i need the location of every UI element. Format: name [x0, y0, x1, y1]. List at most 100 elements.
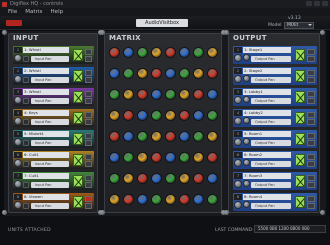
crosspoint-knob[interactable]: [193, 68, 204, 79]
solo-button[interactable]: [307, 91, 315, 97]
solo-button[interactable]: [85, 70, 92, 76]
crosspoint-knob[interactable]: [151, 110, 162, 121]
route-x-icon[interactable]: [295, 49, 305, 61]
crosspoint-knob[interactable]: [179, 47, 190, 58]
gain-knob[interactable]: [14, 159, 22, 167]
edit-button[interactable]: [307, 119, 315, 125]
crosspoint-knob[interactable]: [109, 194, 120, 205]
edit-button[interactable]: [85, 203, 92, 209]
crosspoint-knob[interactable]: [179, 89, 190, 100]
mute-button[interactable]: [23, 161, 29, 167]
minimize-button[interactable]: [306, 1, 312, 6]
crosspoint-knob[interactable]: [123, 131, 134, 142]
crosspoint-knob[interactable]: [109, 131, 120, 142]
input-pan-slider[interactable]: Input Pan: [31, 119, 69, 125]
crosspoint-knob[interactable]: [151, 173, 162, 184]
route-x-icon[interactable]: [295, 70, 305, 82]
solo-button[interactable]: [85, 49, 92, 55]
crosspoint-knob[interactable]: [109, 152, 120, 163]
crosspoint-knob[interactable]: [109, 110, 120, 121]
gain-knob[interactable]: [14, 201, 22, 209]
menu-matrix[interactable]: Matrix: [25, 9, 42, 15]
output-pan-slider[interactable]: Output Pan: [251, 140, 291, 146]
crosspoint-knob[interactable]: [179, 194, 190, 205]
input-pan-slider[interactable]: Input Pan: [31, 98, 69, 104]
crosspoint-knob[interactable]: [179, 68, 190, 79]
solo-button[interactable]: [307, 49, 315, 55]
close-button[interactable]: [322, 1, 328, 6]
output-pan-slider[interactable]: Output Pan: [251, 56, 291, 62]
mute-button[interactable]: [23, 119, 29, 125]
crosspoint-knob[interactable]: [179, 131, 190, 142]
device-name-field[interactable]: AudioVisitbox: [136, 19, 188, 27]
crosspoint-knob[interactable]: [137, 47, 148, 58]
crosspoint-knob[interactable]: [207, 131, 218, 142]
input-name-field[interactable]: 1: Whistl: [23, 47, 69, 53]
output-name-field[interactable]: 2: Stage2: [243, 68, 291, 74]
output-pan-slider[interactable]: Output Pan: [251, 203, 291, 209]
crosspoint-knob[interactable]: [137, 152, 148, 163]
crosspoint-knob[interactable]: [109, 89, 120, 100]
edit-button[interactable]: [307, 182, 315, 188]
edit-button[interactable]: [85, 161, 92, 167]
mute-button[interactable]: [23, 98, 29, 104]
solo-button[interactable]: [85, 133, 92, 139]
level-knob[interactable]: [243, 201, 250, 208]
crosspoint-knob[interactable]: [123, 194, 134, 205]
route-x-icon[interactable]: [73, 49, 83, 61]
route-x-icon[interactable]: [295, 175, 305, 187]
solo-button[interactable]: [85, 196, 92, 202]
input-name-field[interactable]: 2: Whistl: [23, 68, 69, 74]
crosspoint-knob[interactable]: [207, 152, 218, 163]
maximize-button[interactable]: [314, 1, 320, 6]
edit-button[interactable]: [85, 56, 92, 62]
route-x-icon[interactable]: [73, 112, 83, 124]
input-name-field[interactable]: 5: Misket4: [23, 131, 69, 137]
level-knob[interactable]: [243, 138, 250, 145]
model-select[interactable]: MIXit: [284, 22, 314, 29]
gain-knob[interactable]: [234, 159, 242, 167]
crosspoint-knob[interactable]: [207, 110, 218, 121]
edit-button[interactable]: [307, 98, 315, 104]
gain-knob[interactable]: [14, 75, 22, 83]
edit-button[interactable]: [85, 182, 92, 188]
crosspoint-knob[interactable]: [193, 89, 204, 100]
output-name-field[interactable]: 3: Lobby1: [243, 89, 291, 95]
crosspoint-knob[interactable]: [193, 131, 204, 142]
crosspoint-knob[interactable]: [165, 152, 176, 163]
output-name-field[interactable]: 6: Room2: [243, 152, 291, 158]
menu-help[interactable]: Help: [51, 9, 64, 15]
level-knob[interactable]: [243, 180, 250, 187]
level-knob[interactable]: [243, 54, 250, 61]
crosspoint-knob[interactable]: [123, 89, 134, 100]
input-pan-slider[interactable]: Input Pan: [31, 140, 69, 146]
menu-file[interactable]: File: [8, 9, 17, 15]
crosspoint-knob[interactable]: [165, 89, 176, 100]
crosspoint-knob[interactable]: [193, 152, 204, 163]
input-name-field[interactable]: 7: Cuit1: [23, 173, 69, 179]
level-knob[interactable]: [243, 75, 250, 82]
solo-button[interactable]: [85, 154, 92, 160]
level-knob[interactable]: [243, 96, 250, 103]
edit-button[interactable]: [307, 203, 315, 209]
level-knob[interactable]: [243, 159, 250, 166]
route-x-icon[interactable]: [73, 154, 83, 166]
solo-button[interactable]: [85, 91, 92, 97]
crosspoint-knob[interactable]: [193, 173, 204, 184]
route-x-icon[interactable]: [73, 91, 83, 103]
input-pan-slider[interactable]: Input Pan: [31, 182, 69, 188]
output-pan-slider[interactable]: Output Pan: [251, 119, 291, 125]
solo-button[interactable]: [307, 112, 315, 118]
gain-knob[interactable]: [234, 180, 242, 188]
solo-button[interactable]: [307, 70, 315, 76]
gain-knob[interactable]: [234, 138, 242, 146]
solo-button[interactable]: [307, 133, 315, 139]
solo-button[interactable]: [85, 175, 92, 181]
route-x-icon[interactable]: [295, 196, 305, 208]
edit-button[interactable]: [307, 56, 315, 62]
crosspoint-knob[interactable]: [165, 47, 176, 58]
solo-button[interactable]: [307, 175, 315, 181]
crosspoint-knob[interactable]: [151, 68, 162, 79]
solo-button[interactable]: [307, 196, 315, 202]
crosspoint-knob[interactable]: [137, 131, 148, 142]
